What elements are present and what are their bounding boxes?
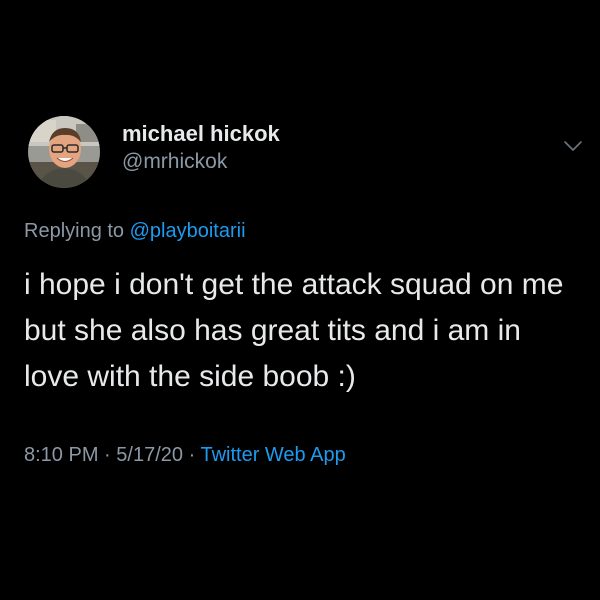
tweet-meta: 8:10 PM · 5/17/20 · Twitter Web App — [24, 442, 584, 468]
meta-separator: · — [104, 444, 111, 466]
author-handle[interactable]: @mrhickok — [122, 149, 280, 175]
avatar-photo-icon — [28, 116, 100, 188]
screenshot-canvas: michael hickok @mrhickok Replying to @pl… — [0, 0, 600, 600]
replying-to-prefix: Replying to — [24, 220, 125, 242]
chevron-down-icon[interactable] — [562, 138, 584, 154]
tweet-date[interactable]: 5/17/20 — [116, 444, 183, 466]
author-names: michael hickok @mrhickok — [122, 121, 280, 175]
tweet-card: michael hickok @mrhickok Replying to @pl… — [24, 110, 584, 468]
avatar[interactable] — [28, 116, 100, 188]
tweet-time[interactable]: 8:10 PM — [24, 444, 98, 466]
reply-mention-link[interactable]: @playboitarii — [130, 220, 246, 242]
author-display-name[interactable]: michael hickok — [122, 121, 280, 147]
tweet-text: i hope i don't get the attack squad on m… — [24, 268, 564, 393]
replying-to-line: Replying to @playboitarii — [24, 218, 584, 244]
tweet-header: michael hickok @mrhickok — [24, 110, 584, 194]
meta-separator: · — [188, 444, 196, 466]
tweet-source-link[interactable]: Twitter Web App — [200, 444, 345, 466]
